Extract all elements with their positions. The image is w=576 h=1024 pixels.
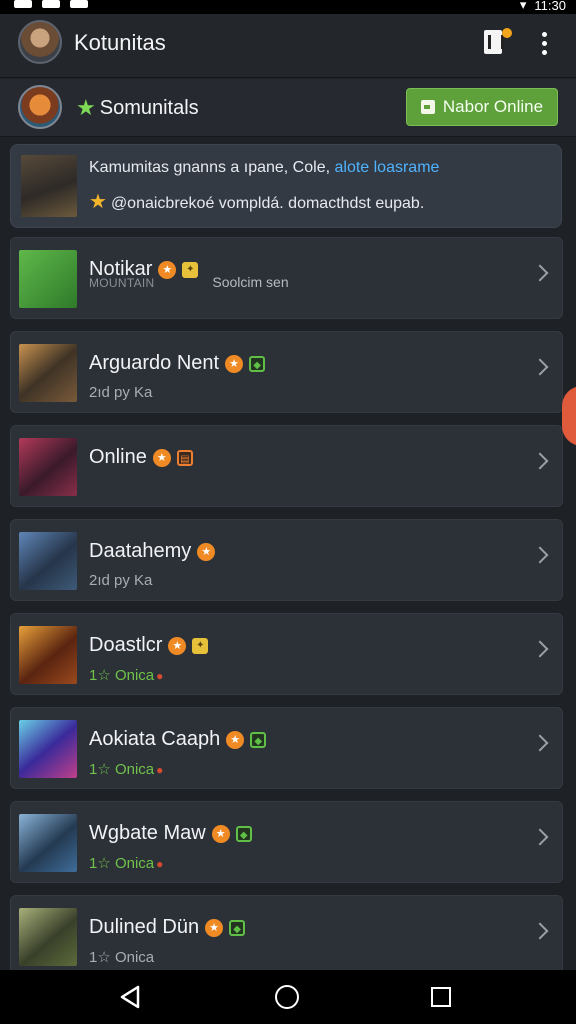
chevron-right-icon[interactable] [531,828,549,846]
document-filter-icon[interactable] [484,28,512,56]
item-name-text: Daatahemy [89,540,192,562]
chevron-right-icon[interactable] [531,452,549,470]
list-item[interactable]: Aokiata Caaph ★ ◆ 1☆ Onica ● [10,707,563,789]
fire-badge-icon: ★ [158,260,177,279]
item-name: Dulined Dün ★ ◆ [89,916,246,939]
status-icons-left [14,0,88,8]
item-name: Daatahemy ★ [89,540,216,563]
fire-badge-icon: ★ [152,448,171,467]
check-square-icon [420,100,435,114]
community-title: ★ Somunitals [76,95,199,121]
item-subtitle: 2ıd py Ka [89,572,153,589]
green-badge-icon: ◆ [249,355,266,372]
item-thumbnail [19,438,77,496]
list-item[interactable]: Notikar ★ ✦ Soolcim sen MOUNTAIN [10,237,563,319]
chevron-right-icon[interactable] [531,264,549,282]
back-triangle-icon[interactable] [118,984,144,1010]
fire-badge-icon: ★ [226,730,245,749]
system-nav-bar [0,970,576,1024]
fire-badge-icon: ★ [205,918,224,937]
wifi-icon: ▾ [519,0,527,12]
item-name: Online ★ ▤ [89,446,193,469]
recent-square-icon[interactable] [431,987,451,1007]
online-button-label: Nabor Online [442,97,544,116]
fire-badge-icon: ★ [225,354,244,373]
item-name-text: Doastlcr [89,634,163,656]
home-circle-icon[interactable] [275,985,299,1009]
item-name-text: Arguardo Nent [89,352,220,374]
chevron-right-icon[interactable] [531,922,549,940]
chevron-right-icon[interactable] [531,640,549,658]
floating-action-button[interactable] [562,386,576,446]
community-title-text: Somunitals [99,96,199,119]
notice-thumbnail [21,155,77,217]
green-badge-icon: ◆ [250,731,267,748]
status-bar: ▾ 11:30 [0,0,576,14]
notice-line-1: Kamumitas gnanns a ıpane, Cole, alote lo… [89,159,439,177]
chevron-right-icon[interactable] [531,734,549,752]
fire-badge-icon: ★ [168,636,187,655]
item-subtitle: 2ıd py Ka [89,384,153,401]
notice-card[interactable]: Kamumitas gnanns a ıpane, Cole, alote lo… [10,144,562,228]
notice-text: Kamumitas gnanns a ıpane, Cole, [89,159,335,176]
online-status-text: 1☆ Onica [89,761,155,778]
item-subtitle: 1☆ Onica ● [89,854,163,872]
more-vertical-icon[interactable] [534,28,554,56]
community-avatar[interactable] [18,85,62,129]
list-item[interactable]: Online ★ ▤ [10,425,563,507]
item-thumbnail [19,532,77,590]
item-subtitle: 1☆ Onica ● [89,760,163,778]
status-icons-right: ▾ 11:30 [520,0,566,13]
item-name-text: Wgbate Maw [89,822,206,844]
online-button[interactable]: Nabor Online [406,88,558,126]
list-item[interactable]: Wgbate Maw ★ ◆ 1☆ Onica ● [10,801,563,883]
item-caption: MOUNTAIN [89,276,155,290]
item-thumbnail [19,720,77,778]
status-dot-icon: ● [156,763,164,777]
notice-text-2: @onaicbrekoé vompldá. domacthdst eupab. [110,195,425,212]
item-name: Doastlcr ★ ✦ [89,634,209,657]
item-name: Aokiata Caaph ★ ◆ [89,728,267,751]
list-item[interactable]: Doastlcr ★ ✦ 1☆ Onica ● [10,613,563,695]
item-thumbnail [19,908,77,966]
item-thumbnail [19,814,77,872]
community-bar: ★ Somunitals Nabor Online [0,79,576,137]
star-icon: ★ [76,95,96,120]
fire-badge-icon: ★ [211,824,230,843]
user-avatar-icon[interactable] [18,20,62,64]
item-thumbnail [19,344,77,402]
online-status-text: 1☆ Onica [89,667,155,684]
item-name-text: Dulined Dün [89,916,200,938]
fire-badge-icon: ★ [197,542,216,561]
item-thumbnail [19,626,77,684]
list-item[interactable]: Arguardo Nent ★ ◆ 2ıd py Ka [10,331,563,413]
status-dot-icon: ● [156,669,164,683]
page-title: Kotunitas [74,30,166,55]
item-subtitle: 1☆ Onica [89,949,155,966]
item-subtitle: 1☆ Onica ● [89,666,163,684]
item-name-text: Aokiata Caaph [89,728,221,750]
orange-badge-icon: ▤ [176,449,193,466]
list-item[interactable]: Dulined Dün ★ ◆ 1☆ Onica [10,895,563,977]
status-dot-icon: ● [156,857,164,871]
list-item[interactable]: Daatahemy ★ 2ıd py Ka [10,519,563,601]
item-thumbnail [19,250,77,308]
yellow-badge-icon: ✦ [182,261,199,278]
chevron-right-icon[interactable] [531,358,549,376]
item-name: Wgbate Maw ★ ◆ [89,822,252,845]
online-status-text: 1☆ Onica [89,855,155,872]
notice-link[interactable]: alote loasrame [334,159,439,176]
app-header: Kotunitas [0,14,576,78]
green-badge-icon: ◆ [235,825,252,842]
yellow-badge-icon: ✦ [192,637,209,654]
item-name: Arguardo Nent ★ ◆ [89,352,266,375]
clock: 11:30 [534,0,566,13]
green-badge-icon: ◆ [229,919,246,936]
community-list: Notikar ★ ✦ Soolcim sen MOUNTAIN Arguard… [10,237,563,989]
notice-line-2: ★ @onaicbrekoé vompldá. domacthdst eupab. [89,189,424,214]
item-name-text: Online [89,446,147,468]
item-subtitle: Soolcim sen [212,273,289,290]
chevron-right-icon[interactable] [531,546,549,564]
star-icon: ★ [89,191,107,213]
